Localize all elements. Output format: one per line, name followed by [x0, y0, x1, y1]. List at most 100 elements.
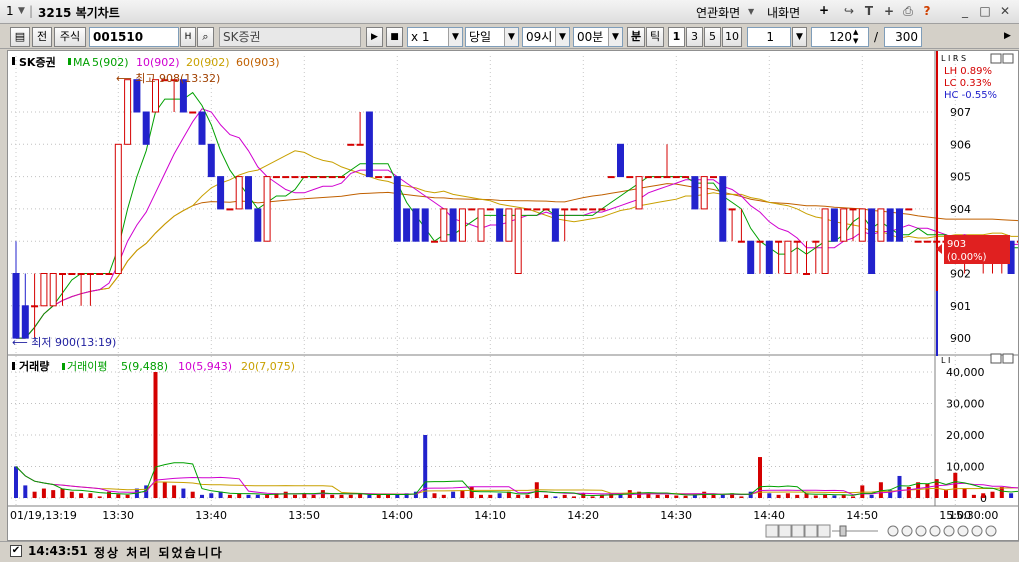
candle[interactable]	[282, 176, 290, 179]
volume-bar[interactable]	[60, 488, 65, 498]
volume-bar[interactable]	[944, 490, 948, 498]
candle[interactable]	[375, 176, 383, 179]
candle[interactable]	[263, 176, 271, 242]
interval-10-button[interactable]: 10	[722, 27, 742, 47]
interval-5-button[interactable]: 5	[704, 27, 721, 47]
interval-input[interactable]: 1	[747, 27, 791, 47]
candle[interactable]	[412, 208, 420, 242]
volume-bar[interactable]	[562, 494, 567, 498]
candle[interactable]	[849, 208, 857, 211]
candle[interactable]	[272, 176, 280, 179]
candle[interactable]	[207, 143, 215, 178]
candle[interactable]	[505, 208, 513, 242]
volume-bar[interactable]	[209, 493, 214, 498]
volume-bar[interactable]	[190, 491, 195, 498]
pause-icon[interactable]	[791, 524, 805, 538]
volume-bar[interactable]	[162, 482, 167, 498]
candle[interactable]	[663, 176, 671, 179]
volume-bar[interactable]	[553, 496, 558, 498]
volume-bar[interactable]	[227, 494, 232, 498]
volume-bar[interactable]	[367, 494, 372, 498]
candle[interactable]	[737, 240, 745, 243]
candle[interactable]	[477, 208, 485, 242]
scroll-thumb[interactable]	[839, 525, 847, 537]
interval-chevron-down-icon[interactable]: ▼	[792, 27, 807, 47]
volume-bar[interactable]	[618, 494, 623, 498]
candle[interactable]	[923, 240, 931, 243]
history-button[interactable]: H	[180, 27, 196, 47]
candle[interactable]	[524, 208, 531, 211]
candle[interactable]	[226, 208, 234, 211]
volume-bar[interactable]	[823, 494, 828, 498]
volume-bar[interactable]	[386, 494, 390, 498]
volume-bar[interactable]	[544, 494, 549, 498]
volume-bar[interactable]	[488, 494, 493, 498]
window-icon[interactable]	[971, 525, 983, 537]
candle[interactable]	[338, 176, 345, 179]
candle[interactable]	[114, 143, 122, 274]
volume-bar[interactable]	[181, 488, 186, 498]
start-hour-select[interactable]: 09시 ▼	[522, 27, 570, 47]
candle[interactable]	[300, 176, 308, 179]
candle[interactable]	[654, 176, 662, 179]
candle[interactable]	[756, 240, 764, 243]
candle[interactable]	[347, 143, 355, 146]
chevron-right-icon[interactable]: ▶	[1004, 31, 1011, 41]
candle[interactable]	[570, 208, 578, 211]
zoom-in-icon[interactable]	[901, 525, 913, 537]
minimize-icon[interactable]: _	[958, 4, 972, 18]
volume-bar[interactable]	[925, 483, 930, 498]
volume-bar[interactable]	[460, 490, 465, 498]
period-select[interactable]: 당일 ▼	[465, 27, 519, 47]
print-icon[interactable]: ⎙	[901, 4, 915, 18]
volume-bar[interactable]	[655, 494, 660, 498]
candle[interactable]	[421, 208, 429, 242]
prefix-button[interactable]: 전	[32, 27, 52, 47]
candle[interactable]	[803, 273, 810, 275]
volume-bar[interactable]	[767, 493, 772, 498]
link-screen-menu[interactable]: 연관화면	[696, 4, 740, 21]
candle[interactable]	[403, 208, 411, 242]
interval-1-button[interactable]: 1	[668, 27, 685, 47]
candle[interactable]	[124, 79, 132, 145]
candle[interactable]	[682, 176, 690, 179]
filter-icon[interactable]	[929, 525, 941, 537]
volume-bar[interactable]	[69, 491, 74, 498]
candle[interactable]	[189, 111, 197, 114]
stock-code-input[interactable]: 001510	[89, 27, 179, 47]
total-count-input[interactable]: 300	[884, 27, 922, 47]
volume-bar[interactable]	[469, 486, 474, 498]
help-icon[interactable]: ?	[920, 4, 934, 18]
candle[interactable]	[840, 208, 848, 242]
volume-bar[interactable]	[479, 494, 483, 498]
candle[interactable]	[319, 176, 327, 179]
volume-bar[interactable]	[832, 495, 837, 498]
volume-bar[interactable]	[981, 493, 986, 498]
volume-bar[interactable]	[953, 472, 958, 498]
candle[interactable]	[105, 273, 113, 275]
interval-3-button[interactable]: 3	[686, 27, 703, 47]
volume-bar[interactable]	[665, 494, 669, 498]
volume-bar[interactable]	[14, 466, 18, 499]
volume-bar[interactable]	[88, 493, 93, 498]
close-icon[interactable]: ✕	[998, 4, 1012, 18]
my-screen-menu[interactable]: 내화면	[767, 4, 800, 21]
volume-bar[interactable]	[395, 494, 400, 498]
candle[interactable]	[830, 208, 838, 242]
candle[interactable]	[747, 240, 755, 274]
volume-bar[interactable]	[376, 494, 381, 498]
link-arrow-icon[interactable]: ↪	[842, 4, 856, 18]
volume-bar[interactable]	[711, 494, 716, 498]
candle[interactable]	[700, 176, 708, 210]
volume-bar[interactable]	[441, 494, 446, 498]
candle[interactable]	[775, 240, 783, 243]
panel-close-icon[interactable]	[1002, 353, 1014, 364]
candle[interactable]	[1016, 240, 1018, 243]
scroll-next-icon[interactable]	[804, 524, 818, 538]
candle[interactable]	[21, 305, 29, 339]
candle[interactable]	[40, 273, 48, 307]
candle[interactable]	[68, 273, 76, 275]
candle[interactable]	[393, 176, 401, 242]
volume-bar[interactable]	[348, 494, 353, 498]
volume-bar[interactable]	[23, 485, 28, 498]
